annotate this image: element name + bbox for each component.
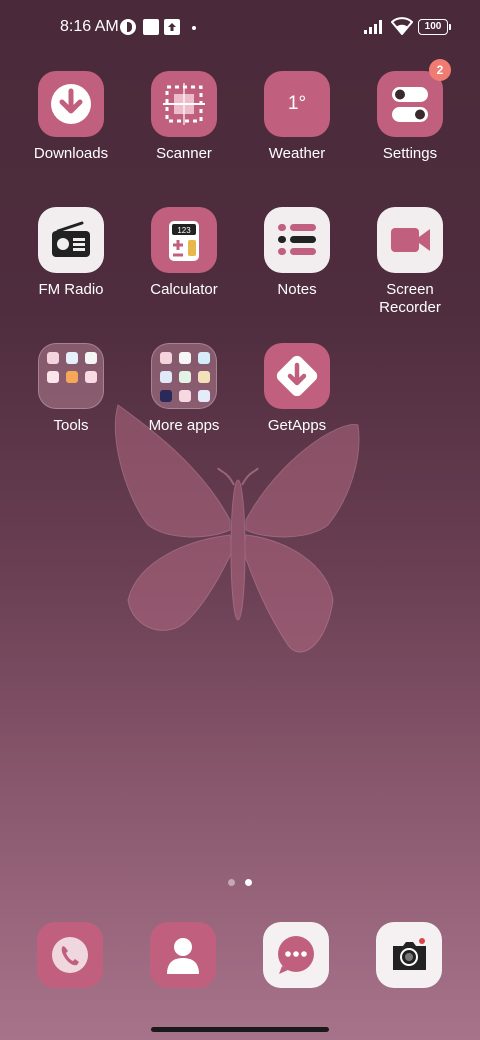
status-time: 8:16 AM [60,18,119,35]
svg-text:123: 123 [177,226,191,235]
app-label: More apps [148,417,220,434]
phone-icon[interactable] [37,922,103,988]
app-fm-radio[interactable]: FM Radio [15,207,127,299]
app-label: Downloads [33,145,109,162]
data-saver-icon [120,19,136,35]
signal-icon [364,20,382,34]
weather-icon: 1° [264,71,330,137]
folder-more-apps[interactable]: More apps [128,343,240,435]
app-label: FM Radio [38,281,104,298]
app-label: Tools [53,417,89,434]
page-dot[interactable] [228,879,235,886]
radio-icon [38,207,104,273]
contacts-icon[interactable] [150,922,216,988]
app-label: Weather [268,145,326,162]
chat-icon[interactable] [263,922,329,988]
folder-tools[interactable]: Tools [15,343,127,435]
dot-icon [192,26,196,30]
app-label: Calculator [150,281,218,298]
butterfly-wallpaper [114,404,360,653]
app-label: Screen Recorder [379,281,441,316]
folder-icon [38,343,104,409]
upload-icon [164,19,180,35]
notification-square-icon [143,19,159,35]
app-notes[interactable]: Notes [241,207,353,299]
app-downloads[interactable]: Downloads [15,71,127,163]
gesture-nav-bar[interactable] [151,1027,329,1032]
notification-badge: 2 [429,59,451,81]
folder-icon [151,343,217,409]
download-icon [38,71,104,137]
app-label: GetApps [267,417,327,434]
battery-icon: 100 [418,19,451,35]
notes-icon [264,207,330,273]
video-camera-icon [377,207,443,273]
calculator-icon: 123 [151,207,217,273]
app-scanner[interactable]: Scanner [128,71,240,163]
app-settings[interactable]: 2 Settings [354,59,466,163]
getapps-icon [264,343,330,409]
page-dot-active[interactable] [245,879,252,886]
scanner-icon [151,71,217,137]
app-calculator[interactable]: 123 Calculator [128,207,240,299]
app-label: Scanner [156,145,212,162]
app-getapps[interactable]: GetApps [241,343,353,435]
app-label: Settings [382,145,438,162]
camera-icon[interactable] [376,922,442,988]
settings-toggle-icon: 2 [377,59,451,137]
app-screen-recorder[interactable]: Screen Recorder [354,207,466,317]
app-weather[interactable]: 1° Weather [241,71,353,163]
wifi-icon [391,17,413,35]
status-bar: 8:16 AM 100 [0,0,480,56]
app-label: Notes [277,281,317,298]
